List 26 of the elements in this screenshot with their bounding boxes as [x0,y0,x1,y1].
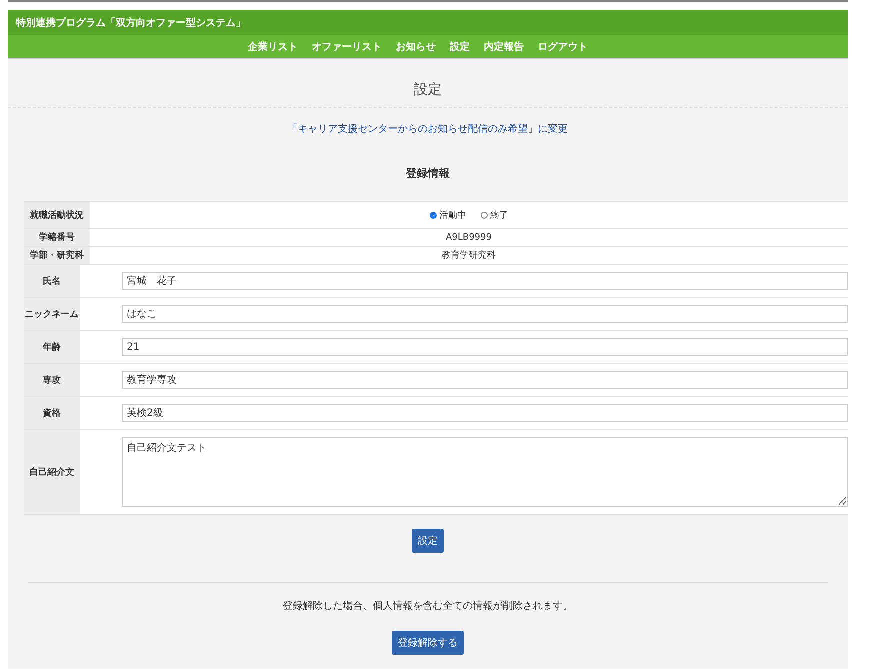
row-label: ニックネーム [24,298,80,330]
input-field[interactable]: 宮城 花子 [122,272,848,290]
row-label: 年齢 [24,331,80,363]
unregister-note: 登録解除した場合、個人情報を含む全ての情報が削除されます。 [282,600,574,613]
row-label: 学籍番号 [24,229,90,246]
row-label: 就職活動状況 [24,202,90,228]
save-button[interactable]: 設定 [412,529,444,553]
row-label: 資格 [24,397,80,429]
page-title: 設定 [8,59,848,108]
input-field[interactable]: 21 [122,338,848,356]
text-area[interactable]: 自己紹介文テスト [122,437,848,507]
field-value: A9LB9999 [446,232,492,242]
input-field[interactable]: 教育学専攻 [122,371,848,389]
section-title: 登録情報 [404,166,451,181]
radio-option[interactable]: 終了 [480,208,508,222]
row-label: 学部・研究科 [24,247,90,264]
change-link[interactable]: 「キャリア支援センターからのお知らせ配信のみ希望」に変更 [288,124,568,135]
app-title: 特別連携プログラム「双方向オファー型システム」 [16,16,246,30]
radio-option[interactable]: 活動中 [430,208,466,222]
row-label: 氏名 [24,265,80,297]
row-label: 専攻 [24,364,80,396]
input-field[interactable]: はなこ [122,305,848,323]
unregister-button[interactable]: 登録解除する [392,631,464,655]
field-value: 教育学研究科 [442,249,496,262]
input-field[interactable]: 英検2級 [122,404,848,422]
row-label: 自己紹介文 [24,430,80,514]
